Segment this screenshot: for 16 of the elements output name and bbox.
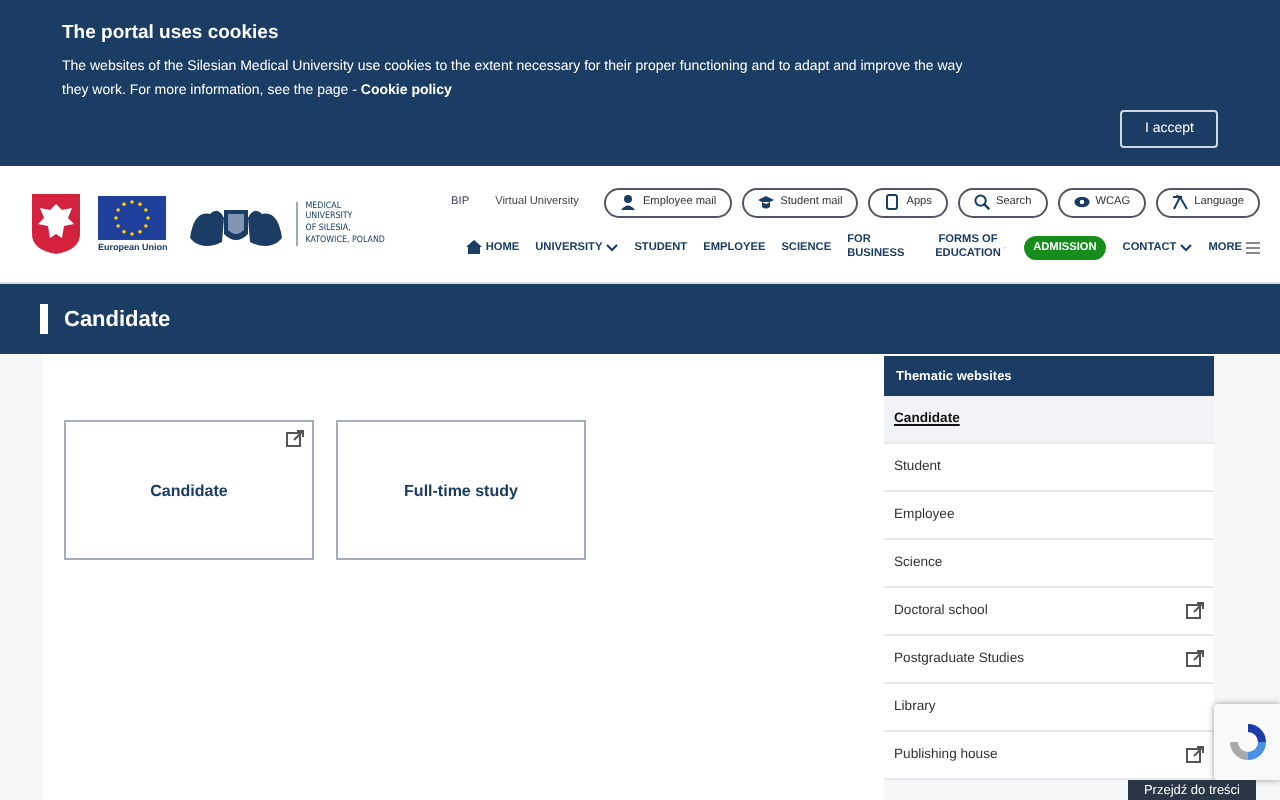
graduation-cap-icon bbox=[758, 194, 775, 210]
phone-icon bbox=[884, 194, 901, 210]
eye-icon bbox=[1073, 194, 1090, 210]
page-title: Candidate bbox=[64, 307, 171, 331]
link-tile[interactable]: Full-time study bbox=[336, 420, 586, 560]
recaptcha-icon bbox=[1225, 720, 1269, 764]
translate-icon bbox=[1172, 194, 1189, 210]
eu-flag-icon bbox=[98, 196, 167, 240]
person-icon bbox=[620, 194, 637, 210]
eagle-emblem-icon bbox=[32, 194, 80, 254]
link-tile[interactable]: Candidate bbox=[64, 420, 314, 560]
title-marker bbox=[40, 304, 48, 334]
search-icon bbox=[973, 194, 990, 210]
banner-title: The portal uses cookies bbox=[62, 22, 281, 44]
home-icon bbox=[465, 240, 482, 254]
menu-icon bbox=[1246, 241, 1260, 253]
